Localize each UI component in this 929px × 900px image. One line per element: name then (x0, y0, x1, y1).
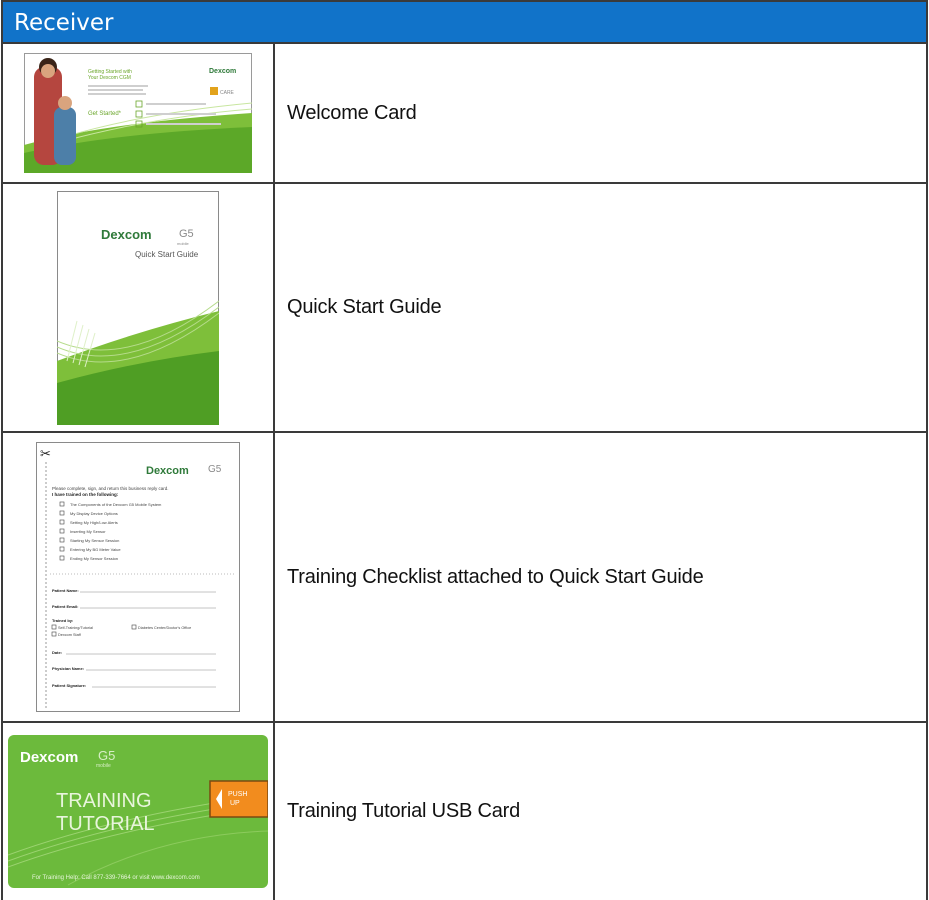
welcome-card-thumbnail: Getting Started with Your Dexcom CGM Dex… (3, 44, 275, 182)
svg-text:I have trained on the followin: I have trained on the following: (52, 492, 119, 497)
svg-text:G5: G5 (179, 228, 194, 240)
svg-text:Patient Name:: Patient Name: (52, 588, 79, 593)
svg-text:Entering My BG Meter Value: Entering My BG Meter Value (70, 547, 121, 552)
svg-text:Dexcom: Dexcom (146, 465, 189, 477)
training-tutorial-card-label: Training Tutorial USB Card (287, 800, 521, 822)
training-checklist-thumbnail: ✂ Dexcom G5 Please complete, sign, and r… (3, 433, 275, 721)
svg-text:Patient Signature:: Patient Signature: (52, 683, 86, 688)
svg-text:TUTORIAL: TUTORIAL (56, 813, 155, 835)
svg-text:Ending My Sensor Session: Ending My Sensor Session (70, 556, 118, 561)
training-checklist-image: ✂ Dexcom G5 Please complete, sign, and r… (36, 442, 240, 712)
svg-text:Quick Start Guide: Quick Start Guide (135, 250, 199, 259)
svg-text:Trained by:: Trained by: (52, 618, 73, 623)
table-row: Dexcom G5 mobile TRAINING TUTORIAL PUSH … (3, 723, 926, 900)
receiver-table: Receiver Getting Started with Your Dexco… (1, 0, 928, 900)
svg-text:Self-Training/Tutorial: Self-Training/Tutorial (58, 626, 93, 630)
svg-text:Dexcom: Dexcom (20, 749, 78, 766)
svg-text:Physician Name:: Physician Name: (52, 666, 84, 671)
table-row: Getting Started with Your Dexcom CGM Dex… (3, 44, 926, 184)
svg-text:Please complete, sign, and ret: Please complete, sign, and return this b… (52, 486, 169, 491)
svg-text:mobile: mobile (177, 241, 190, 246)
table-row: ✂ Dexcom G5 Please complete, sign, and r… (3, 433, 926, 723)
svg-text:G5: G5 (98, 748, 115, 763)
svg-text:Get Started*: Get Started* (88, 111, 122, 117)
quick-start-guide-label: Quick Start Guide (287, 296, 442, 318)
svg-text:Dexcom: Dexcom (101, 227, 152, 242)
svg-text:The Components of the Dexcom G: The Components of the Dexcom G5 Mobile S… (70, 502, 162, 507)
svg-text:CARE: CARE (220, 90, 235, 96)
svg-text:Dexcom: Dexcom (209, 68, 236, 75)
svg-text:TRAINING: TRAINING (56, 790, 152, 812)
svg-text:Your Dexcom CGM: Your Dexcom CGM (88, 75, 131, 81)
welcome-card-image: Getting Started with Your Dexcom CGM Dex… (24, 53, 252, 173)
svg-text:Inserting My Sensor: Inserting My Sensor (70, 529, 106, 534)
quick-start-guide-thumbnail: Dexcom G5 mobile Quick Start Guide (3, 184, 275, 431)
training-tutorial-card-image: Dexcom G5 mobile TRAINING TUTORIAL PUSH … (8, 735, 268, 888)
table-header: Receiver (3, 2, 926, 44)
svg-text:For Training Help: Call 877-33: For Training Help: Call 877-339-7664 or … (32, 875, 200, 881)
welcome-card-label: Welcome Card (287, 101, 417, 124)
quick-start-guide-image: Dexcom G5 mobile Quick Start Guide (57, 190, 219, 425)
svg-text:Starting My Sensor Session: Starting My Sensor Session (70, 538, 119, 543)
svg-text:Dexcom Staff: Dexcom Staff (58, 633, 82, 637)
training-tutorial-card-thumbnail: Dexcom G5 mobile TRAINING TUTORIAL PUSH … (3, 723, 275, 900)
svg-text:Setting My High/Low Alerts: Setting My High/Low Alerts (70, 520, 118, 525)
svg-text:G5: G5 (208, 464, 222, 475)
svg-text:UP: UP (230, 800, 240, 807)
svg-text:mobile: mobile (96, 763, 111, 769)
svg-text:Date:: Date: (52, 650, 62, 655)
scissors-icon: ✂ (40, 446, 51, 461)
svg-text:My Display Device Options: My Display Device Options (70, 511, 118, 516)
table-row: Dexcom G5 mobile Quick Start Guide Quick… (3, 184, 926, 433)
svg-text:Patient Email:: Patient Email: (52, 604, 78, 609)
svg-text:PUSH: PUSH (228, 791, 247, 798)
training-checklist-label: Training Checklist attached to Quick Sta… (287, 565, 704, 588)
svg-text:Diabetes Center/Doctor's Offic: Diabetes Center/Doctor's Office (138, 626, 191, 630)
